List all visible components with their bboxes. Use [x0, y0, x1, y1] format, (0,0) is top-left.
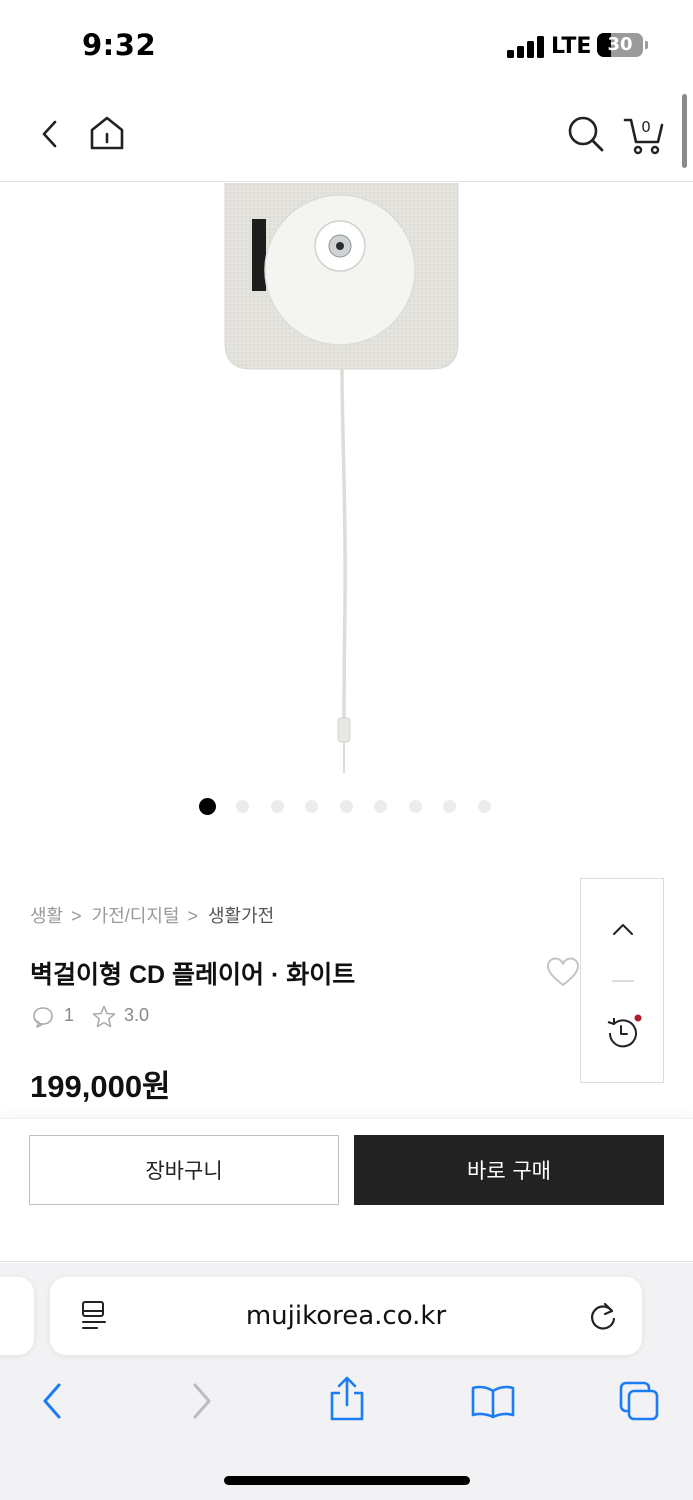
home-icon[interactable] — [88, 114, 126, 152]
reload-icon[interactable] — [588, 1301, 618, 1333]
breadcrumb: 생활 > 가전/디지털 > 생활가전 — [30, 902, 274, 928]
url-text[interactable]: mujikorea.co.kr — [50, 1301, 642, 1331]
rating-value: 3.0 — [124, 1005, 150, 1025]
carousel-dot[interactable] — [340, 800, 353, 813]
review-count[interactable]: 1 — [64, 1005, 74, 1026]
cart-button[interactable]: 0 — [622, 112, 666, 156]
heart-icon[interactable] — [545, 956, 581, 988]
home-indicator — [224, 1476, 470, 1485]
address-bar[interactable]: mujikorea.co.kr — [50, 1277, 642, 1355]
carousel-dot[interactable] — [478, 800, 491, 813]
carousel-dot[interactable] — [271, 800, 284, 813]
page-scrollbar[interactable] — [682, 94, 687, 168]
share-icon[interactable] — [327, 1375, 367, 1423]
back-chevron-icon[interactable] — [36, 118, 64, 150]
product-title: 벽걸이형 CD 플레이어 · 화이트 — [30, 961, 356, 989]
floating-side-panel — [580, 878, 664, 1083]
breadcrumb-item[interactable]: 생활가전 — [208, 902, 274, 928]
back-icon[interactable] — [38, 1381, 66, 1421]
browser-chrome: mujikorea.co.kr — [0, 1263, 693, 1500]
previous-tab-preview[interactable] — [0, 1277, 34, 1355]
signal-icon — [507, 36, 545, 58]
product-price: 199,000원 — [30, 1069, 171, 1104]
battery-cap — [645, 41, 648, 49]
carousel-dot[interactable] — [374, 800, 387, 813]
buy-now-button[interactable]: 바로 구매 — [354, 1135, 664, 1205]
recent-history-icon[interactable] — [603, 1013, 643, 1053]
tabs-icon[interactable] — [617, 1379, 661, 1421]
breadcrumb-item[interactable]: 가전/디지털 — [92, 902, 180, 928]
carousel-dot[interactable] — [305, 800, 318, 813]
carousel-dot[interactable] — [443, 800, 456, 813]
chevron-right-icon: > — [187, 906, 198, 926]
network-label: LTE — [551, 34, 592, 59]
cd-player-illustration — [224, 182, 459, 773]
carousel-dot[interactable] — [409, 800, 422, 813]
status-time: 9:32 — [82, 28, 157, 62]
purchase-bar: 장바구니 바로 구매 — [0, 1118, 693, 1262]
battery-level: 30 — [607, 34, 633, 55]
scroll-top-chevron-icon[interactable] — [612, 921, 634, 937]
add-to-cart-button[interactable]: 장바구니 — [29, 1135, 339, 1205]
battery-icon: 30 — [597, 33, 643, 57]
comment-icon — [33, 1007, 53, 1028]
search-icon[interactable] — [566, 114, 606, 154]
cart-count: 0 — [641, 118, 651, 136]
star-icon — [92, 1005, 116, 1028]
carousel-dot[interactable] — [199, 798, 216, 815]
site-header: 0 — [0, 90, 693, 182]
bookmarks-icon[interactable] — [469, 1383, 517, 1419]
image-carousel-dots — [0, 797, 693, 817]
panel-divider — [612, 980, 634, 982]
breadcrumb-item[interactable]: 생활 — [30, 902, 63, 928]
carousel-dot[interactable] — [236, 800, 249, 813]
status-bar: 9:32 LTE 30 — [0, 0, 693, 90]
chevron-right-icon: > — [71, 906, 82, 926]
forward-icon[interactable] — [188, 1381, 216, 1421]
product-image[interactable] — [0, 182, 693, 783]
